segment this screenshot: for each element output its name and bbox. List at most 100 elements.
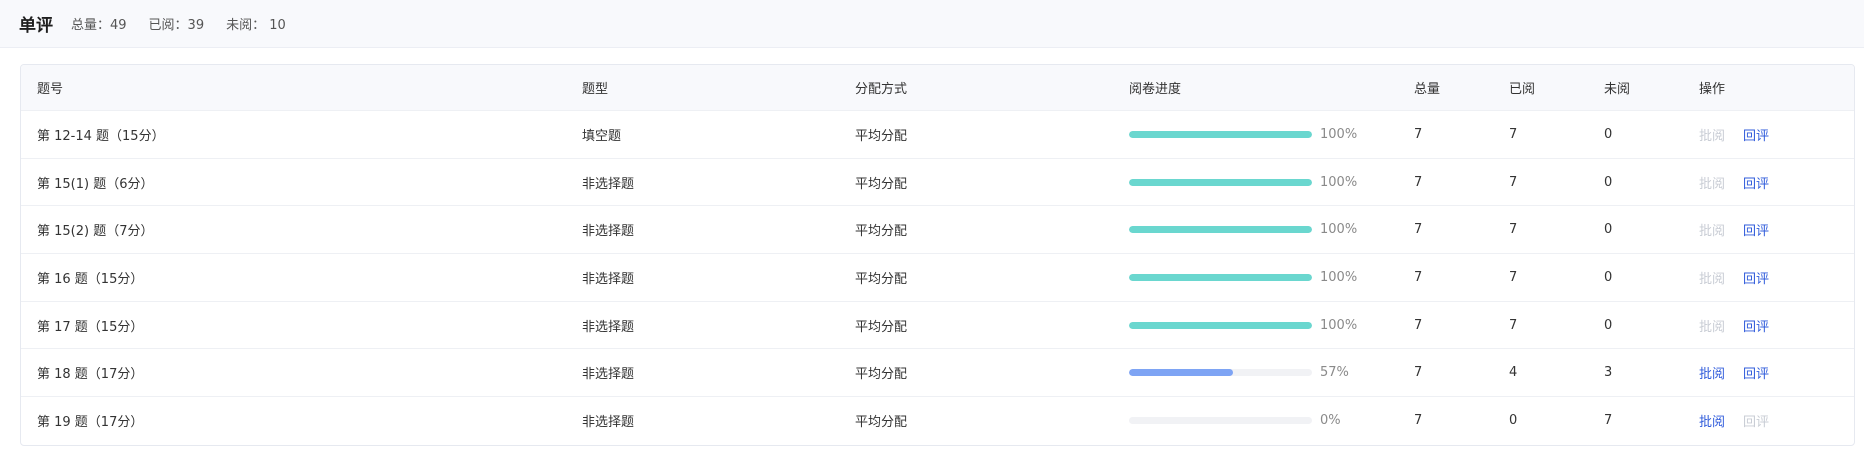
- progress-cell: 100%: [1129, 302, 1357, 349]
- table-row: 第 12-14 题（15分） 填空题 平均分配 100% 7 7 0 批阅 回评: [21, 111, 1854, 159]
- progress-bar: [1129, 273, 1312, 281]
- progress-percent: 100%: [1320, 269, 1358, 285]
- question-number: 第 12-14 题（15分）: [37, 128, 165, 144]
- column-header-question: 题号: [37, 82, 64, 97]
- total-cell: 7: [1414, 126, 1423, 142]
- total-cell: 7: [1414, 174, 1423, 190]
- progress-bar: [1129, 417, 1312, 425]
- column-header-total: 总量: [1414, 82, 1441, 97]
- question-number: 第 15(1) 题（6分）: [37, 176, 154, 192]
- question-type: 非选择题: [582, 224, 635, 240]
- review-button[interactable]: 回评: [1743, 268, 1769, 287]
- summary-bar: 单评 总量：49 已阅：39 未阅： 10: [0, 0, 1864, 48]
- table-row: 第 15(2) 题（7分） 非选择题 平均分配 100% 7 7 0 批阅 回评: [21, 206, 1854, 255]
- read-cell: 7: [1509, 222, 1518, 238]
- table-row: 第 17 题（15分） 非选择题 平均分配 100% 7 7 0 批阅 回评: [21, 302, 1854, 350]
- unread-cell: 0: [1604, 317, 1613, 333]
- progress-bar: [1129, 321, 1312, 329]
- distribution-method: 平均分配: [855, 128, 908, 144]
- total-cell: 7: [1414, 222, 1423, 238]
- progress-cell: 100%: [1129, 111, 1357, 158]
- distribution-method: 平均分配: [855, 271, 908, 287]
- actions-cell: 批阅 回评: [1699, 159, 1787, 206]
- review-button[interactable]: 回评: [1743, 220, 1769, 239]
- table-header: 题号 题型 分配方式 阅卷进度 总量 已阅 未阅 操作: [21, 65, 1854, 111]
- read-cell: 4: [1509, 365, 1518, 381]
- read-cell: 0: [1509, 413, 1518, 429]
- progress-cell: 0%: [1129, 397, 1341, 445]
- total-cell: 7: [1414, 413, 1423, 429]
- read-count: 已阅：39: [148, 18, 205, 33]
- question-type: 非选择题: [582, 415, 635, 431]
- question-number: 第 15(2) 题（7分）: [37, 224, 154, 240]
- review-button: 回评: [1743, 415, 1770, 431]
- question-number: 第 16 题（15分）: [37, 271, 144, 287]
- grade-button: 批阅: [1699, 176, 1726, 192]
- unread-count: 未阅： 10: [226, 18, 286, 33]
- distribution-method: 平均分配: [855, 176, 908, 192]
- progress-percent: 100%: [1320, 222, 1358, 238]
- page-title: 单评: [19, 16, 53, 36]
- progress-percent: 0%: [1320, 413, 1341, 429]
- total-cell: 7: [1414, 317, 1423, 333]
- read-cell: 7: [1509, 269, 1518, 285]
- review-button[interactable]: 回评: [1743, 316, 1769, 335]
- question-type: 非选择题: [582, 367, 635, 383]
- unread-cell: 0: [1604, 269, 1613, 285]
- table-row: 第 18 题（17分） 非选择题 平均分配 57% 7 4 3 批阅 回评: [21, 349, 1854, 398]
- progress-bar: [1129, 226, 1312, 234]
- progress-bar: [1129, 369, 1312, 377]
- table-row: 第 19 题（17分） 非选择题 平均分配 0% 7 0 7 批阅 回评: [21, 397, 1854, 445]
- progress-percent: 100%: [1320, 174, 1358, 190]
- distribution-method: 平均分配: [855, 319, 908, 335]
- question-type: 非选择题: [582, 271, 635, 287]
- distribution-method: 平均分配: [855, 367, 908, 383]
- actions-cell: 批阅 回评: [1699, 397, 1787, 445]
- progress-fill: [1129, 178, 1312, 186]
- question-number: 第 18 题（17分）: [37, 367, 144, 383]
- table-row: 第 15(1) 题（6分） 非选择题 平均分配 100% 7 7 0 批阅 回评: [21, 159, 1854, 207]
- grade-button: 批阅: [1699, 224, 1726, 240]
- distribution-method: 平均分配: [855, 224, 908, 240]
- progress-percent: 57%: [1320, 365, 1349, 381]
- actions-cell: 批阅 回评: [1699, 111, 1787, 158]
- table-row: 第 16 题（15分） 非选择题 平均分配 100% 7 7 0 批阅 回评: [21, 254, 1854, 302]
- column-header-type: 题型: [582, 82, 609, 97]
- question-number: 第 17 题（15分）: [37, 319, 144, 335]
- unread-cell: 0: [1604, 126, 1613, 142]
- progress-fill: [1129, 130, 1312, 138]
- actions-cell: 批阅 回评: [1699, 206, 1787, 253]
- progress-cell: 100%: [1129, 159, 1357, 206]
- total-cell: 7: [1414, 365, 1423, 381]
- question-type: 非选择题: [582, 176, 635, 192]
- progress-fill: [1129, 226, 1312, 234]
- progress-bar: [1129, 130, 1312, 138]
- progress-bar: [1129, 178, 1312, 186]
- grade-button: 批阅: [1699, 271, 1726, 287]
- question-type: 非选择题: [582, 319, 635, 335]
- progress-cell: 100%: [1129, 206, 1357, 253]
- column-header-read: 已阅: [1509, 82, 1536, 97]
- grading-table: 题号 题型 分配方式 阅卷进度 总量 已阅 未阅 操作 第 12-14 题（15…: [20, 64, 1855, 446]
- grade-button[interactable]: 批阅: [1699, 363, 1725, 382]
- progress-fill: [1129, 273, 1312, 281]
- unread-cell: 0: [1604, 222, 1613, 238]
- grade-button: 批阅: [1699, 319, 1726, 335]
- actions-cell: 批阅 回评: [1699, 254, 1787, 301]
- distribution-method: 平均分配: [855, 415, 908, 431]
- read-cell: 7: [1509, 317, 1518, 333]
- progress-percent: 100%: [1320, 317, 1358, 333]
- question-type: 填空题: [582, 128, 622, 144]
- actions-cell: 批阅 回评: [1699, 302, 1787, 349]
- column-header-actions: 操作: [1699, 82, 1726, 97]
- review-button[interactable]: 回评: [1743, 173, 1769, 192]
- grade-button[interactable]: 批阅: [1699, 411, 1725, 430]
- review-button[interactable]: 回评: [1743, 363, 1769, 382]
- progress-percent: 100%: [1320, 126, 1358, 142]
- column-header-progress: 阅卷进度: [1129, 82, 1182, 97]
- unread-cell: 7: [1604, 413, 1613, 429]
- progress-fill: [1129, 321, 1312, 329]
- review-button[interactable]: 回评: [1743, 125, 1769, 144]
- read-cell: 7: [1509, 174, 1518, 190]
- progress-cell: 100%: [1129, 254, 1357, 301]
